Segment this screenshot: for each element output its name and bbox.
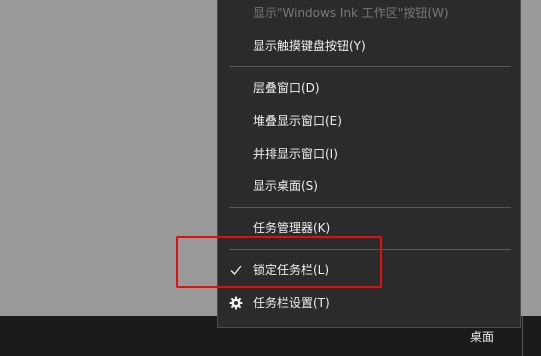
menu-separator [229, 207, 511, 208]
menu-item-label: 并排显示窗口(I) [253, 147, 338, 161]
menu-item-label: 显示触摸键盘按钮(Y) [253, 39, 366, 53]
checkmark-icon [230, 265, 242, 275]
menu-item-label: 显示"Windows Ink 工作区"按钮(W) [253, 6, 449, 20]
menu-item-taskbar-settings[interactable]: 任务栏设置(T) [218, 286, 520, 320]
menu-item-label: 显示桌面(S) [253, 179, 318, 193]
menu-separator [229, 66, 511, 67]
menu-item-stack-windows[interactable]: 堆叠显示窗口(E) [218, 104, 520, 138]
menu-item-label: 堆叠显示窗口(E) [253, 114, 342, 128]
menu-item-show-touch-keyboard-button[interactable]: 显示触摸键盘按钮(Y) [218, 29, 520, 63]
menu-item-lock-taskbar[interactable]: 锁定任务栏(L) [218, 253, 520, 287]
taskbar-context-menu: 显示"Windows Ink 工作区"按钮(W) 显示触摸键盘按钮(Y) 层叠窗… [217, 0, 521, 328]
menu-item-label: 锁定任务栏(L) [253, 263, 330, 277]
show-desktop-divider [522, 316, 523, 356]
menu-item-label: 层叠窗口(D) [253, 81, 320, 95]
menu-item-show-desktop[interactable]: 显示桌面(S) [218, 169, 520, 203]
menu-item-show-ink-button[interactable]: 显示"Windows Ink 工作区"按钮(W) [218, 0, 520, 30]
menu-item-task-manager[interactable]: 任务管理器(K) [218, 211, 520, 245]
menu-item-cascade-windows[interactable]: 层叠窗口(D) [218, 71, 520, 105]
menu-item-label: 任务栏设置(T) [253, 296, 330, 310]
menu-item-side-by-side-windows[interactable]: 并排显示窗口(I) [218, 137, 520, 171]
menu-item-label: 任务管理器(K) [253, 221, 331, 235]
gear-icon [229, 296, 243, 310]
taskbar-desktop-label[interactable]: 桌面 [470, 328, 494, 345]
menu-separator [229, 249, 511, 250]
